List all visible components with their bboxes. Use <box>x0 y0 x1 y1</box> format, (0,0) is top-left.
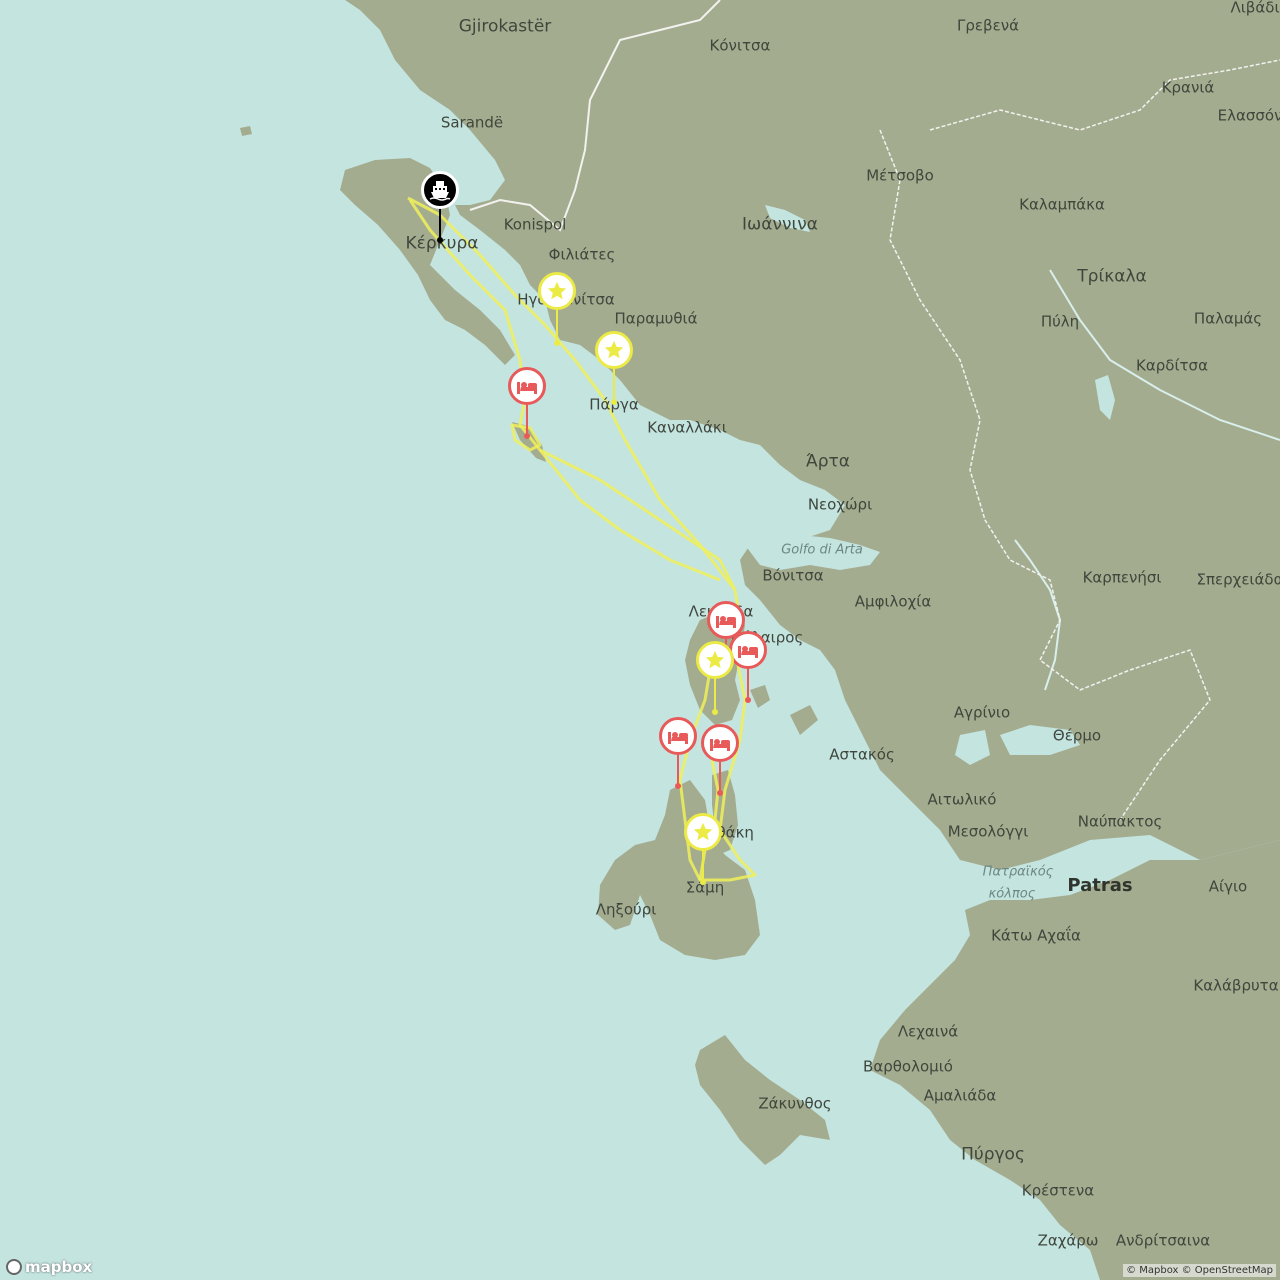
poi-marker[interactable] <box>684 813 722 851</box>
marker-anchor <box>675 783 681 789</box>
map-canvas[interactable]: Gjirokastër Κόνιτσα Γρεβενά Λιβάδι Κρανιά Ελα… <box>0 0 1280 1280</box>
ferry-marker[interactable] <box>421 171 459 209</box>
marker-anchor <box>717 790 723 796</box>
poi-marker[interactable] <box>595 331 633 369</box>
star-icon <box>546 280 568 302</box>
mapbox-logo-icon <box>6 1259 22 1275</box>
accommodation-marker[interactable] <box>508 367 546 405</box>
mapbox-logo-text: mapbox <box>25 1258 93 1276</box>
marker-anchor <box>712 709 718 715</box>
bed-icon <box>515 376 539 396</box>
marker-anchor <box>745 697 751 703</box>
accommodation-marker[interactable] <box>659 717 697 755</box>
marker-anchor <box>700 879 706 885</box>
poi-marker[interactable] <box>538 272 576 310</box>
bed-icon <box>714 610 738 630</box>
attribution[interactable]: © Mapbox © OpenStreetMap <box>1123 1264 1276 1277</box>
poi-marker[interactable] <box>696 641 734 679</box>
bed-icon <box>736 640 760 660</box>
star-icon <box>704 649 726 671</box>
accommodation-marker[interactable] <box>729 631 767 669</box>
marker-anchor <box>554 340 560 346</box>
bed-icon <box>666 726 690 746</box>
ferry-icon <box>428 178 452 202</box>
star-icon <box>692 821 714 843</box>
marker-anchor <box>437 237 443 243</box>
marker-anchor <box>611 399 617 405</box>
accommodation-marker[interactable] <box>701 724 739 762</box>
star-icon <box>603 339 625 361</box>
marker-anchor <box>524 433 530 439</box>
mapbox-logo[interactable]: mapbox <box>6 1258 92 1276</box>
marker-stems <box>437 190 751 885</box>
bed-icon <box>708 733 732 753</box>
